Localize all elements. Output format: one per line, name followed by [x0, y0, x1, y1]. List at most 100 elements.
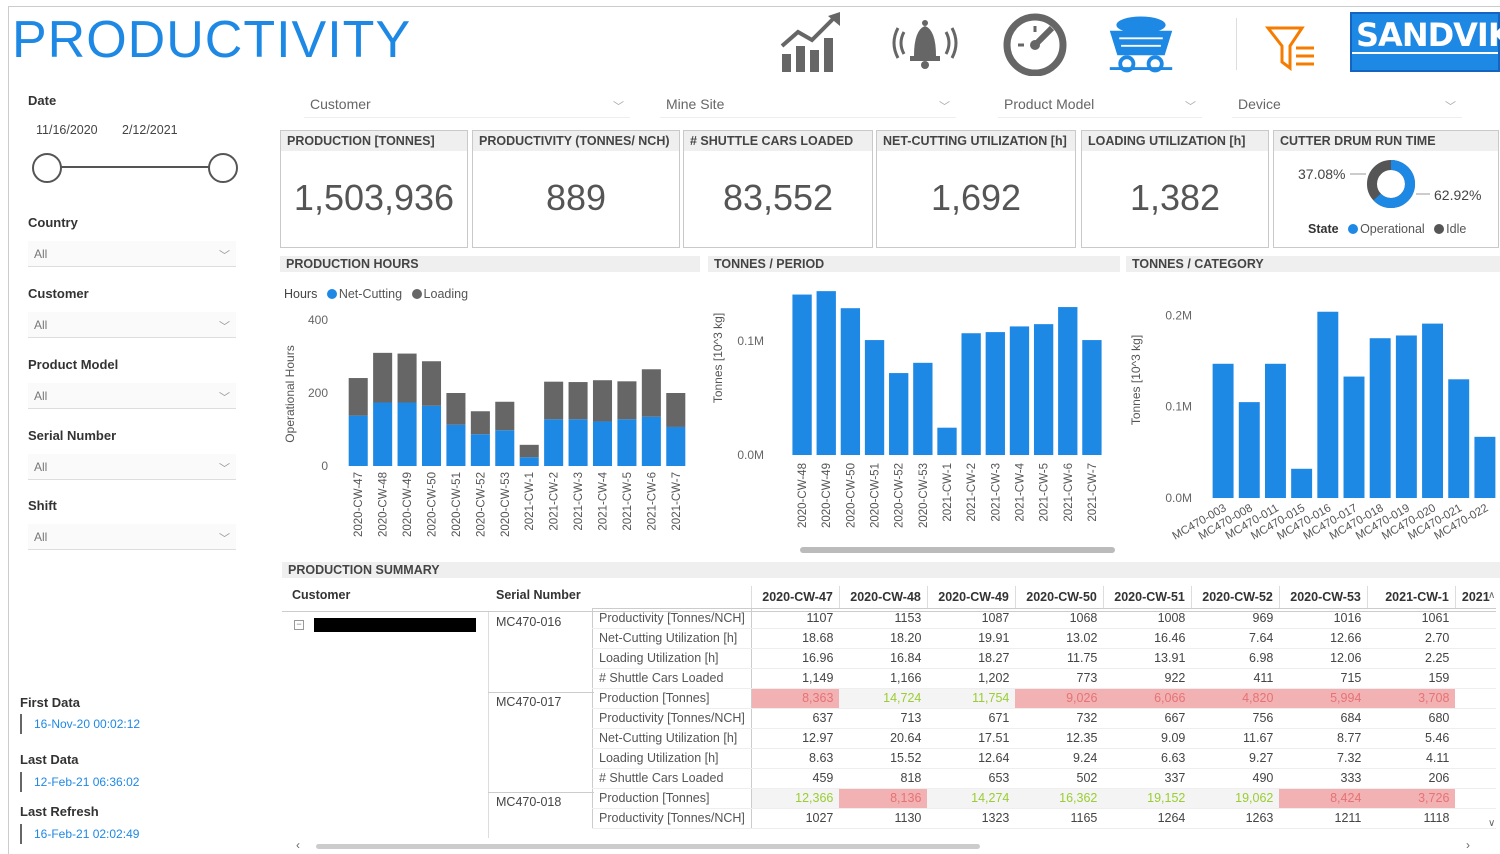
- week-col-header[interactable]: 2020-CW-53: [1278, 586, 1368, 609]
- cutter-drum-card: CUTTER DRUM RUN TIME 37.08% 62.92% State…: [1273, 130, 1499, 248]
- bar-loading: [397, 353, 417, 403]
- summary-week-header-row: 2020-CW-47 2020-CW-48 2020-CW-49 2020-CW-50…: [592, 586, 1496, 609]
- alarm-bell-icon[interactable]: [890, 10, 960, 76]
- week-col-header[interactable]: 2020-CW-47: [750, 586, 840, 609]
- filter-clear-icon[interactable]: [1262, 10, 1322, 76]
- col-serial-header[interactable]: Serial Number: [496, 588, 581, 602]
- kpi-title: PRODUCTIVITY (TONNES/ NCH): [473, 131, 679, 151]
- bar-net-cutting: [470, 434, 490, 466]
- table-cell: [1455, 708, 1496, 729]
- y-tick-label: 0: [321, 459, 328, 473]
- product-model-dropdown[interactable]: All ﹀: [28, 383, 236, 409]
- production-summary-header: PRODUCTION SUMMARY: [282, 562, 1500, 578]
- customer-filter[interactable]: Customer ﹀: [304, 96, 630, 118]
- table-cell: 818: [839, 768, 928, 789]
- mine-cart-icon[interactable]: [1106, 10, 1176, 76]
- customer-filter-label: Customer: [310, 96, 371, 112]
- kpi-title: # SHUTTLE CARS LOADED: [684, 131, 872, 151]
- metric-col-header: [592, 586, 752, 609]
- gauge-icon[interactable]: [1000, 10, 1070, 76]
- week-col-header[interactable]: 2020-CW-48: [838, 586, 928, 609]
- metric-name: Production [Tonnes]: [592, 688, 752, 709]
- table-cell: 8,363: [751, 688, 840, 709]
- table-cell: 1,202: [927, 668, 1016, 689]
- table-cell: 16,362: [1015, 788, 1104, 809]
- drum-state-label: State: [1308, 222, 1339, 236]
- chart-growth-icon[interactable]: [778, 10, 848, 76]
- serial-number-cell[interactable]: MC470-018: [496, 795, 561, 809]
- kpi-title: NET-CUTTING UTILIZATION [h]: [877, 131, 1075, 151]
- week-col-header[interactable]: 2021-CW-1: [1366, 586, 1456, 609]
- date-slider-start-handle[interactable]: [32, 153, 62, 183]
- country-dropdown[interactable]: All ﹀: [28, 241, 236, 267]
- table-row: Productivity [Tonnes/NCH] 1027 1130 1323 116…: [592, 808, 1496, 829]
- legend-loading[interactable]: Loading: [424, 287, 469, 301]
- x-tick-label: 2020-CW-50: [427, 472, 439, 537]
- week-col-header[interactable]: 2020-CW-50: [1014, 586, 1104, 609]
- x-tick-label: 2021-CW-3: [573, 472, 585, 531]
- date-from[interactable]: 11/16/2020: [36, 123, 98, 137]
- bar-net-cutting: [592, 421, 613, 466]
- bar-loading: [641, 369, 661, 417]
- table-cell: 2.25: [1367, 648, 1456, 669]
- scroll-left-icon[interactable]: ‹: [296, 838, 300, 852]
- country-value: All: [34, 247, 48, 261]
- drum-idle-pct: 37.08%: [1298, 166, 1346, 182]
- table-cell: 17.51: [927, 728, 1016, 749]
- table-cell: 12.06: [1279, 648, 1368, 669]
- date-slider-end-handle[interactable]: [208, 153, 238, 183]
- table-cell: [1455, 728, 1496, 749]
- serial-number-dropdown[interactable]: All ﹀: [28, 454, 236, 480]
- bar: [1448, 379, 1470, 498]
- shift-dropdown[interactable]: All ﹀: [28, 524, 236, 550]
- serial-number-cell[interactable]: MC470-016: [496, 615, 561, 629]
- chevron-down-icon: ﹀: [219, 250, 230, 262]
- table-cell: 18.68: [751, 628, 840, 649]
- bar-loading: [446, 393, 466, 425]
- scroll-down-icon[interactable]: ∨: [1488, 818, 1495, 829]
- product-model-filter[interactable]: Product Model ﹀: [998, 96, 1202, 118]
- x-tick-label: 2021-CW-7: [671, 472, 683, 531]
- customer-value: All: [34, 318, 48, 332]
- table-cell: 7.64: [1191, 628, 1280, 649]
- date-to[interactable]: 2/12/2021: [122, 123, 178, 137]
- legend-idle[interactable]: Idle: [1446, 222, 1466, 236]
- customer-dropdown[interactable]: All ﹀: [28, 312, 236, 338]
- net-cutting-dot: [326, 289, 337, 299]
- x-tick-label: 2020-CW-48: [797, 463, 809, 528]
- tonnes-period-scrollbar[interactable]: [800, 547, 1115, 553]
- bar: [1033, 324, 1054, 455]
- week-col-header[interactable]: 2020-CW-52: [1190, 586, 1280, 609]
- y-axis-label: Operational Hours: [283, 345, 297, 442]
- mine-site-filter[interactable]: Mine Site ﹀: [660, 96, 956, 118]
- scroll-up-icon[interactable]: ∧: [1488, 590, 1495, 601]
- serial-number-cell[interactable]: MC470-017: [496, 695, 561, 709]
- device-filter[interactable]: Device ﹀: [1232, 96, 1462, 118]
- bar: [1058, 307, 1078, 455]
- table-cell: 159: [1367, 668, 1456, 689]
- week-col-header[interactable]: 2020-CW-51: [1102, 586, 1192, 609]
- x-tick-label: 2020-CW-49: [402, 472, 414, 537]
- production-hours-header: PRODUCTION HOURS: [280, 256, 700, 272]
- legend-net-cutting[interactable]: Net-Cutting: [339, 287, 402, 301]
- metric-name: Productivity [Tonnes/NCH]: [592, 608, 752, 629]
- summary-horizontal-scrollbar[interactable]: [316, 844, 980, 849]
- table-cell: 18.27: [927, 648, 1016, 669]
- col-customer-header[interactable]: Customer: [292, 588, 350, 602]
- table-cell: 653: [927, 768, 1016, 789]
- table-cell: 1,149: [751, 668, 840, 689]
- first-data-label: First Data: [20, 695, 80, 710]
- bar: [1212, 363, 1234, 498]
- date-slider-track[interactable]: [46, 166, 224, 168]
- bar: [1395, 335, 1417, 498]
- bar: [1264, 363, 1286, 498]
- table-row: # Shuttle Cars Loaded 459 818 653 502 337 490 3…: [592, 768, 1496, 789]
- table-cell: 20.64: [839, 728, 928, 749]
- legend-operational[interactable]: Operational: [1360, 222, 1425, 236]
- week-col-header[interactable]: 2020-CW-49: [926, 586, 1016, 609]
- scroll-right-icon[interactable]: ›: [1466, 838, 1470, 852]
- bar-net-cutting: [495, 430, 515, 466]
- collapse-icon[interactable]: −: [294, 620, 304, 630]
- x-tick-label: 2020-CW-49: [821, 463, 833, 528]
- table-cell: 1068: [1015, 608, 1104, 629]
